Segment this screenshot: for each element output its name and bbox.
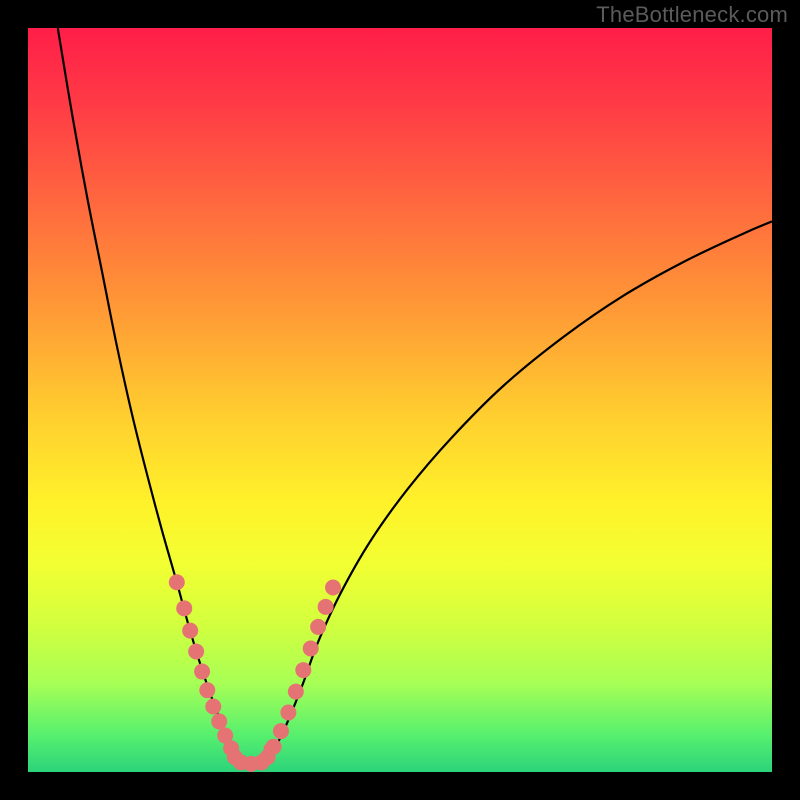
marker-point — [182, 623, 198, 639]
marker-point — [188, 643, 204, 659]
marker-point — [295, 662, 311, 678]
plot-area — [28, 28, 772, 772]
marker-point — [310, 619, 326, 635]
markers-group — [169, 574, 341, 772]
marker-point — [205, 699, 221, 715]
marker-point — [303, 641, 319, 657]
curves-group — [58, 28, 772, 764]
marker-point — [169, 574, 185, 590]
marker-point — [194, 664, 210, 680]
marker-point — [318, 599, 334, 615]
marker-point — [199, 682, 215, 698]
marker-point — [280, 704, 296, 720]
marker-point — [211, 713, 227, 729]
marker-point — [288, 684, 304, 700]
watermark-text: TheBottleneck.com — [596, 2, 788, 28]
marker-point — [325, 579, 341, 595]
marker-point — [273, 723, 289, 739]
marker-point — [176, 600, 192, 616]
bottleneck-curve — [58, 28, 772, 764]
chart-frame: TheBottleneck.com — [0, 0, 800, 800]
curve-layer — [28, 28, 772, 772]
marker-point — [266, 739, 282, 755]
